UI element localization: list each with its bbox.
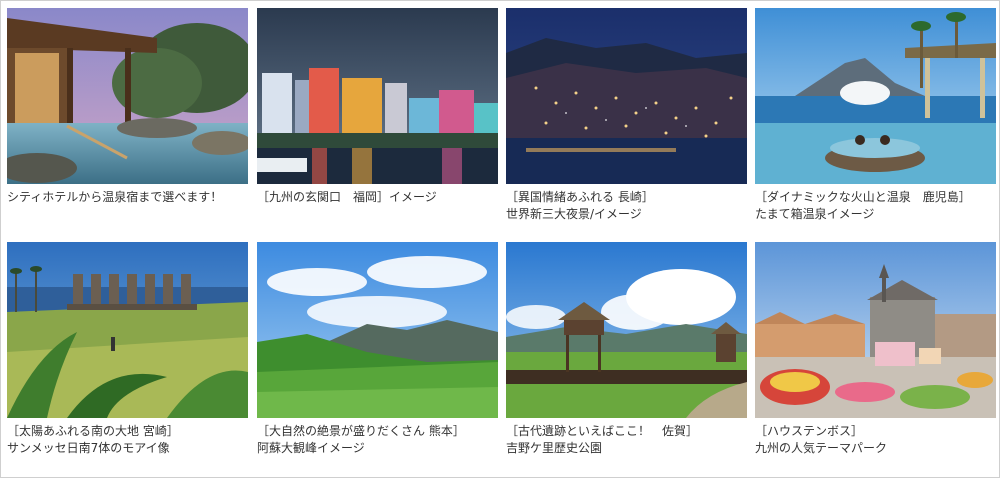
card-caption-line1: ［九州の玄関口 福岡］イメージ bbox=[257, 190, 437, 204]
card-caption-line1: ［異国情緒あふれる 長崎］ bbox=[506, 190, 654, 204]
card-caption-line1: ［ダイナミックな火山と温泉 鹿児島］ bbox=[755, 190, 971, 204]
onsen-photo[interactable] bbox=[7, 8, 248, 184]
card-caption-line1: シティホテルから温泉宿まで選べます！ bbox=[7, 190, 223, 204]
card-caption-line1: ［大自然の絶景が盛りだくさん 熊本］ bbox=[257, 424, 465, 438]
card-caption-line2: 阿蘇大観峰イメージ bbox=[257, 441, 365, 455]
nagasaki-photo[interactable] bbox=[506, 8, 747, 184]
gallery-card-onsen[interactable]: シティホテルから温泉宿まで選べます！ bbox=[7, 8, 248, 206]
gallery-card-nagasaki[interactable]: ［異国情緒あふれる 長崎］ 世界新三大夜景/イメージ bbox=[506, 8, 747, 223]
gallery-card-kumamoto[interactable]: ［大自然の絶景が盛りだくさん 熊本］ 阿蘇大観峰イメージ bbox=[257, 242, 498, 457]
card-caption-line2: 世界新三大夜景/イメージ bbox=[506, 207, 642, 221]
gallery-card-miyazaki[interactable]: ［太陽あふれる南の大地 宮崎］ サンメッセ日南7体のモアイ像 bbox=[7, 242, 248, 457]
card-caption-line1: ［古代遺跡といえばここ！ 佐賀］ bbox=[506, 424, 699, 438]
card-caption-line2: サンメッセ日南7体のモアイ像 bbox=[7, 441, 170, 455]
card-caption-line2: 九州の人気テーマパーク bbox=[755, 441, 888, 455]
fukuoka-photo[interactable] bbox=[257, 8, 498, 184]
gallery-card-kagoshima[interactable]: ［ダイナミックな火山と温泉 鹿児島］ たまて箱温泉イメージ bbox=[755, 8, 996, 223]
miyazaki-photo[interactable] bbox=[7, 242, 248, 418]
gallery-frame: シティホテルから温泉宿まで選べます！ ［九州の玄関口 福岡］イメージ ［異国情緒… bbox=[0, 0, 1000, 478]
kumamoto-photo[interactable] bbox=[257, 242, 498, 418]
gallery-card-fukuoka[interactable]: ［九州の玄関口 福岡］イメージ bbox=[257, 8, 498, 206]
huistenbosch-photo[interactable] bbox=[755, 242, 996, 418]
gallery-card-huistenbosch[interactable]: ［ハウステンボス］ 九州の人気テーマパーク bbox=[755, 242, 996, 457]
card-caption-line1: ［ハウステンボス］ bbox=[755, 424, 864, 438]
kagoshima-photo[interactable] bbox=[755, 8, 996, 184]
gallery-card-saga[interactable]: ［古代遺跡といえばここ！ 佐賀］ 吉野ケ里歴史公園 bbox=[506, 242, 747, 457]
card-caption-line1: ［太陽あふれる南の大地 宮崎］ bbox=[7, 424, 179, 438]
card-caption-line2: たまて箱温泉イメージ bbox=[755, 207, 875, 221]
saga-photo[interactable] bbox=[506, 242, 747, 418]
card-caption-line2: 吉野ケ里歴史公園 bbox=[506, 441, 603, 455]
